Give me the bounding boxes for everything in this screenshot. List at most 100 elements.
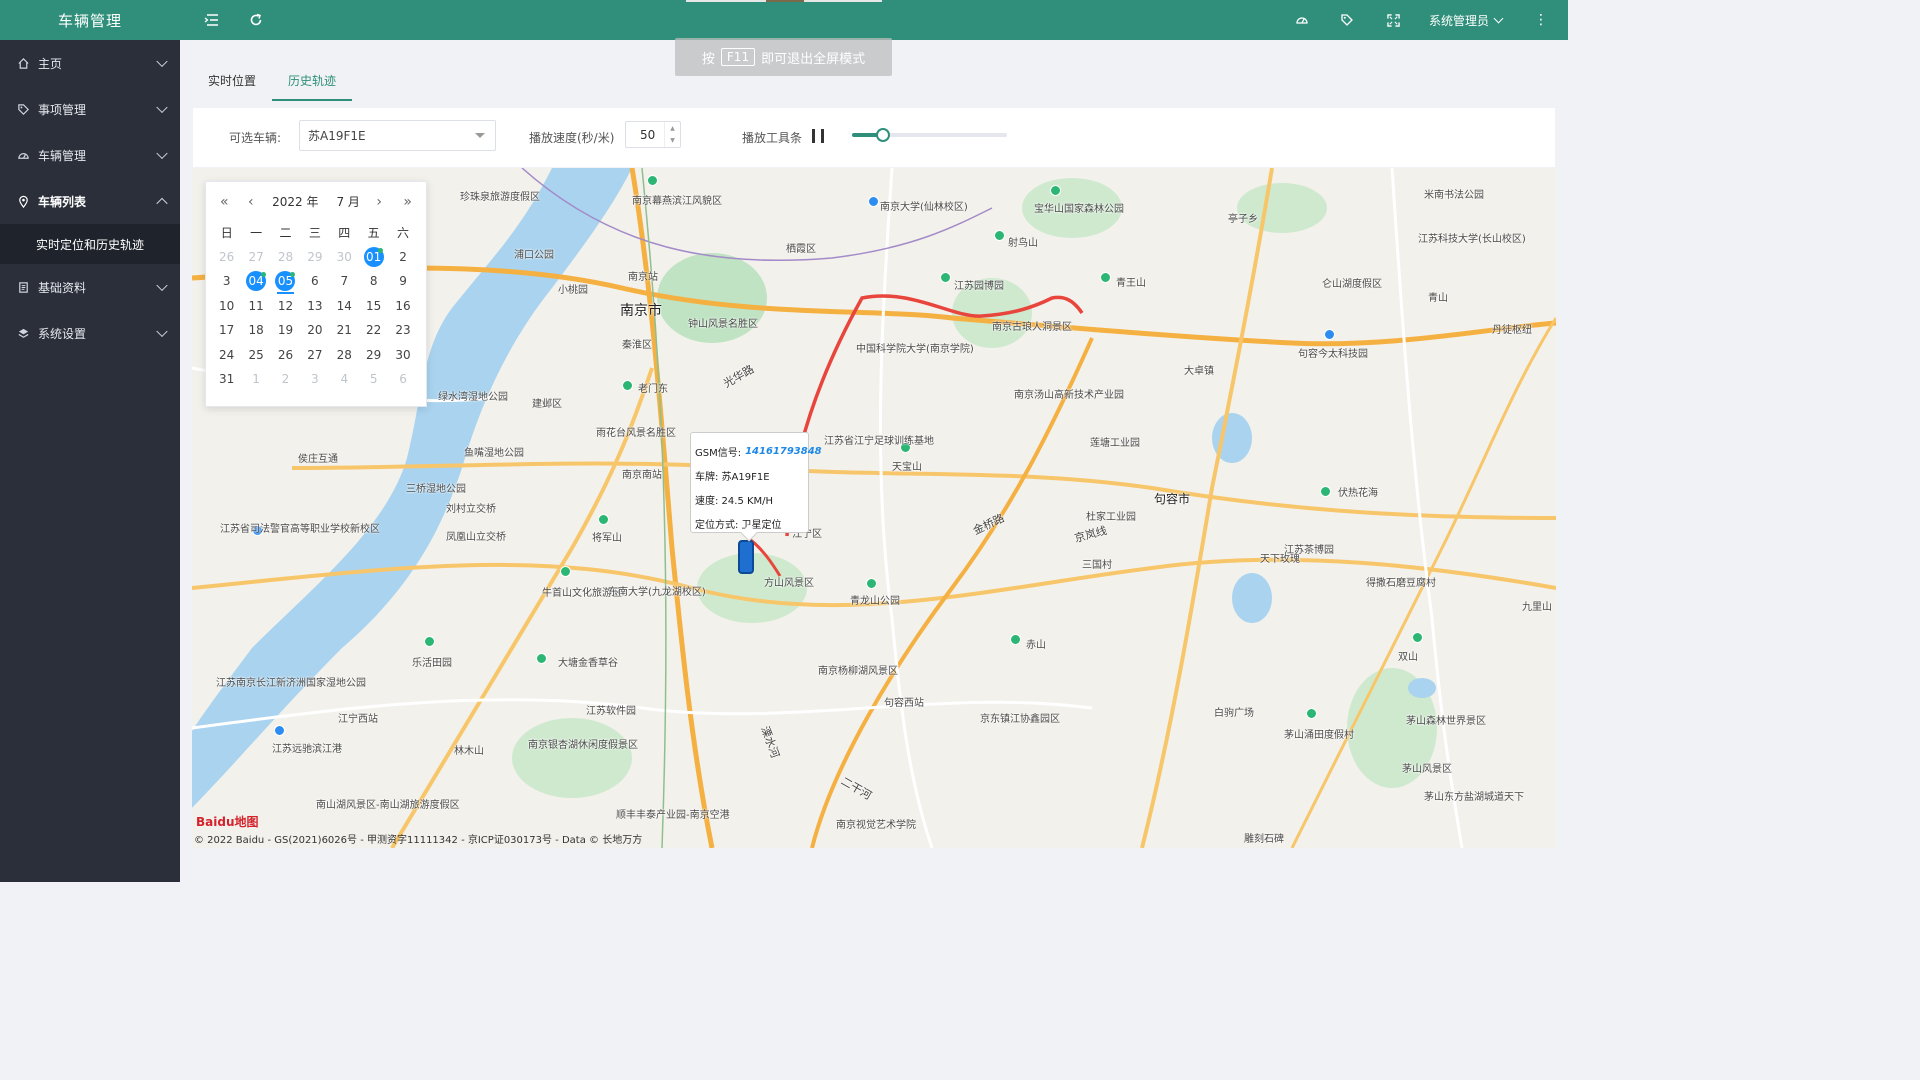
calendar-day[interactable]: 7 <box>330 269 359 294</box>
calendar-day[interactable]: 13 <box>300 294 329 319</box>
map-label: 南京大学(仙林校区) <box>880 202 968 213</box>
stepper-down-icon[interactable]: ▼ <box>670 137 675 144</box>
prev-year-icon[interactable]: « <box>220 194 229 210</box>
sidebar-subitem-tracking[interactable]: 实时定位和历史轨迹 <box>0 224 180 264</box>
vehicle-marker-icon[interactable] <box>738 540 754 574</box>
next-year-icon[interactable]: » <box>403 194 412 210</box>
stepper-up-icon[interactable]: ▲ <box>670 125 675 132</box>
poi-marker[interactable] <box>622 380 633 391</box>
next-month-icon[interactable]: › <box>376 194 382 210</box>
poi-marker[interactable] <box>994 230 1005 241</box>
pause-button[interactable] <box>812 129 824 143</box>
progress-slider[interactable] <box>852 128 1007 142</box>
calendar-day[interactable]: 05 <box>271 269 300 294</box>
theme-button[interactable] <box>1292 10 1312 30</box>
poi-marker[interactable] <box>1306 708 1317 719</box>
calendar-day[interactable]: 8 <box>359 269 388 294</box>
poi-marker[interactable] <box>424 636 435 647</box>
map-label: 浦口公园 <box>514 250 554 261</box>
calendar-day[interactable]: 31 <box>212 367 241 392</box>
fullscreen-button[interactable] <box>1383 10 1403 30</box>
calendar-day[interactable]: 6 <box>300 269 329 294</box>
calendar-day[interactable]: 27 <box>241 245 270 270</box>
poi-marker[interactable] <box>536 653 547 664</box>
prev-month-icon[interactable]: ‹ <box>248 194 254 210</box>
calendar-day[interactable]: 12 <box>271 294 300 319</box>
sidebar-item-settings[interactable]: 系统设置 <box>0 310 180 356</box>
poi-marker[interactable] <box>560 566 571 577</box>
map-label: 建邺区 <box>532 399 562 410</box>
sidebar-item-home[interactable]: 主页 <box>0 40 180 86</box>
calendar-day[interactable]: 2 <box>388 245 417 270</box>
poi-marker[interactable] <box>1412 632 1423 643</box>
poi-marker[interactable] <box>1010 634 1021 645</box>
calendar-day[interactable]: 26 <box>271 343 300 368</box>
calendar-day[interactable]: 01 <box>359 245 388 270</box>
sidebar-item-matters[interactable]: 事项管理 <box>0 86 180 132</box>
calendar-day[interactable]: 3 <box>300 367 329 392</box>
vehicle-select[interactable]: 苏A19F1E <box>299 120 496 151</box>
poi-marker[interactable] <box>1050 185 1061 196</box>
calendar-day[interactable]: 21 <box>330 318 359 343</box>
refresh-button[interactable] <box>246 10 266 30</box>
calendar-day[interactable]: 29 <box>359 343 388 368</box>
menu-toggle-button[interactable] <box>202 10 222 30</box>
calendar-day[interactable]: 28 <box>330 343 359 368</box>
calendar-day[interactable]: 30 <box>330 245 359 270</box>
vehicle-info-popup: GSM信号: 14161793848 车牌: 苏A19F1E 速度: 24.5 … <box>690 432 822 542</box>
map-label: 雕刻石碑 <box>1244 834 1284 845</box>
calendar-day[interactable]: 27 <box>300 343 329 368</box>
date-picker-year[interactable]: 2022 年 <box>272 193 318 210</box>
sidebar-item-basic-data[interactable]: 基础资料 <box>0 264 180 310</box>
calendar-day[interactable]: 28 <box>271 245 300 270</box>
map-label: 刘村立交桥 <box>446 504 496 515</box>
map-label: 江苏省江宁足球训练基地 <box>824 436 934 447</box>
calendar-day[interactable]: 29 <box>300 245 329 270</box>
poi-marker[interactable] <box>868 196 879 207</box>
poi-marker[interactable] <box>1324 329 1335 340</box>
calendar-day[interactable]: 20 <box>300 318 329 343</box>
popup-gsm-label: GSM信号: <box>695 447 742 459</box>
tab-realtime[interactable]: 实时位置 <box>192 62 272 101</box>
poi-marker[interactable] <box>598 514 609 525</box>
calendar-day[interactable]: 19 <box>271 318 300 343</box>
calendar-day[interactable]: 1 <box>241 367 270 392</box>
tab-history[interactable]: 历史轨迹 <box>272 62 353 101</box>
poi-marker[interactable] <box>866 578 877 589</box>
poi-marker[interactable] <box>274 725 285 736</box>
poi-marker[interactable] <box>940 272 951 283</box>
calendar-day[interactable]: 23 <box>388 318 417 343</box>
calendar-day[interactable]: 2 <box>271 367 300 392</box>
calendar-day[interactable]: 30 <box>388 343 417 368</box>
calendar-day[interactable]: 9 <box>388 269 417 294</box>
calendar-day[interactable]: 3 <box>212 269 241 294</box>
calendar-day[interactable]: 10 <box>212 294 241 319</box>
poi-marker[interactable] <box>1100 272 1111 283</box>
calendar-day[interactable]: 11 <box>241 294 270 319</box>
speed-input[interactable]: 50 ▲ ▼ <box>625 121 681 148</box>
sidebar-item-vehicle-mgmt[interactable]: 车辆管理 <box>0 132 180 178</box>
calendar-day[interactable]: 04 <box>241 269 270 294</box>
map-label: 林木山 <box>454 746 484 757</box>
calendar-day[interactable]: 15 <box>359 294 388 319</box>
calendar-day[interactable]: 14 <box>330 294 359 319</box>
more-icon[interactable]: ⋮ <box>1534 12 1548 28</box>
sidebar-item-vehicle-list[interactable]: 车辆列表 <box>0 178 180 224</box>
calendar-day[interactable]: 16 <box>388 294 417 319</box>
poi-marker[interactable] <box>1320 486 1331 497</box>
user-menu[interactable]: 系统管理员 <box>1429 12 1504 29</box>
speed-stepper[interactable]: ▲ ▼ <box>664 122 680 147</box>
tags-button[interactable] <box>1337 10 1357 30</box>
poi-marker[interactable] <box>647 175 658 186</box>
calendar-day[interactable]: 5 <box>359 367 388 392</box>
calendar-day[interactable]: 26 <box>212 245 241 270</box>
calendar-day[interactable]: 22 <box>359 318 388 343</box>
calendar-day[interactable]: 18 <box>241 318 270 343</box>
calendar-day[interactable]: 4 <box>330 367 359 392</box>
calendar-day[interactable]: 25 <box>241 343 270 368</box>
calendar-day[interactable]: 6 <box>388 367 417 392</box>
progress-handle[interactable] <box>876 128 890 142</box>
calendar-day[interactable]: 17 <box>212 318 241 343</box>
date-picker-month[interactable]: 7 月 <box>336 193 359 210</box>
calendar-day[interactable]: 24 <box>212 343 241 368</box>
